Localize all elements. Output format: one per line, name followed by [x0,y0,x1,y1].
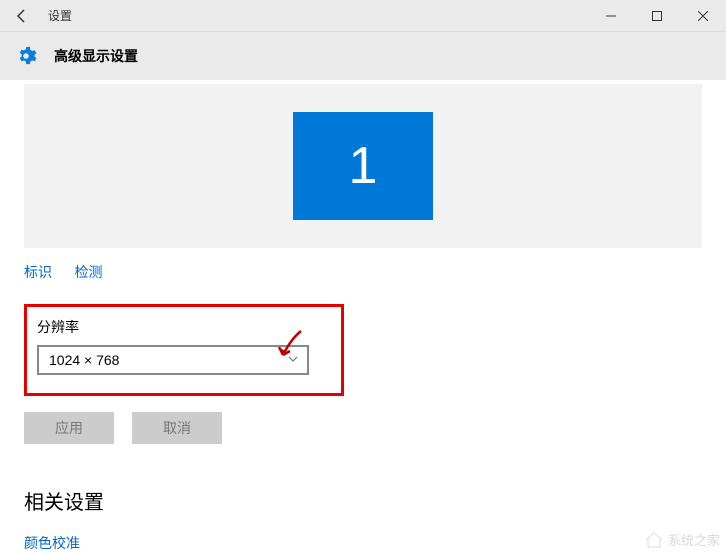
window-title: 设置 [48,7,72,24]
apply-button[interactable]: 应用 [24,412,114,444]
back-button[interactable] [0,0,44,32]
minimize-button[interactable] [588,0,634,32]
titlebar: 设置 [0,0,726,32]
monitor-number: 1 [349,136,378,196]
close-button[interactable] [680,0,726,32]
maximize-button[interactable] [634,0,680,32]
resolution-dropdown[interactable]: 1024 × 768 [37,345,309,375]
resolution-label: 分辨率 [37,317,331,337]
identify-link[interactable]: 标识 [24,264,52,280]
color-calibration-link[interactable]: 颜色校准 [24,533,702,553]
resolution-highlight: 分辨率 1024 × 768 [24,304,344,396]
arrow-left-icon [14,8,30,24]
related-settings-heading: 相关设置 [24,486,702,515]
gear-icon [12,42,40,70]
resolution-value: 1024 × 768 [49,352,119,368]
page-title: 高级显示设置 [54,46,138,66]
display-action-links: 标识 检测 [24,262,702,282]
display-monitor-1[interactable]: 1 [293,112,433,220]
display-preview-area: 1 [24,84,702,248]
detect-link[interactable]: 检测 [74,264,102,280]
action-buttons: 应用 取消 [24,412,702,444]
page-header: 高级显示设置 [0,32,726,80]
chevron-down-icon [287,353,299,368]
minimize-icon [606,11,616,21]
close-icon [698,11,708,21]
cancel-button[interactable]: 取消 [132,412,222,444]
maximize-icon [652,11,662,21]
